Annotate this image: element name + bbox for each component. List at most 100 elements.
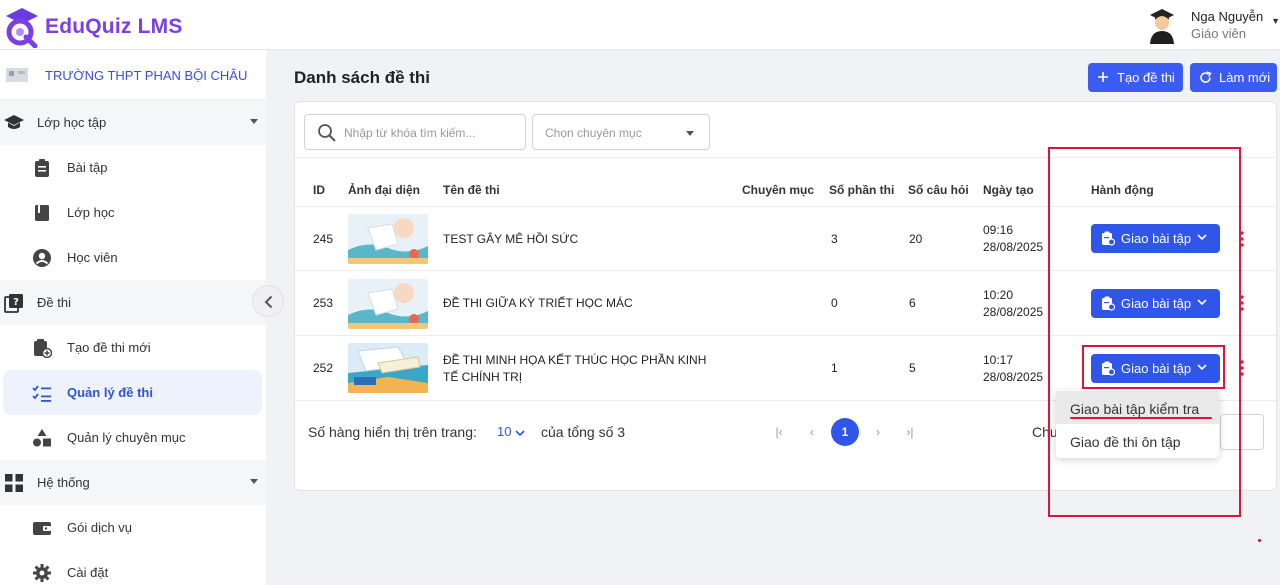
- annotation-box-button: [1082, 345, 1225, 389]
- sidebar-item-label: Tạo đề thi mới: [67, 340, 151, 355]
- row-id: 253: [313, 296, 334, 310]
- search-icon: [318, 124, 336, 142]
- sidebar-item-label: Gói dịch vụ: [67, 520, 133, 535]
- eduquiz-logo-icon[interactable]: [2, 4, 42, 48]
- create-exam-label: Tạo đề thi: [1117, 70, 1175, 85]
- row-parts: 0: [831, 296, 838, 310]
- row-id: 252: [313, 361, 334, 375]
- annotation-box-actions: [1048, 147, 1241, 517]
- nav-group-label: Đề thi: [37, 295, 71, 310]
- exam-thumbnail: [348, 279, 428, 329]
- sidebar-item-label: Bài tập: [67, 160, 108, 175]
- grid-icon: [5, 474, 23, 492]
- nav-group-exams[interactable]: ? Đề thi: [0, 280, 266, 325]
- row-exam-name[interactable]: TEST GÂY MÊ HỒI SỨC: [443, 232, 578, 246]
- column-header-created: Ngày tạo: [983, 183, 1034, 197]
- user-menu[interactable]: Nga Nguyễn Giáo viên ▼: [1145, 6, 1280, 46]
- row-questions: 5: [909, 361, 916, 375]
- column-header-questions: Số câu hỏi: [908, 183, 969, 197]
- clipboard-icon: [35, 159, 49, 177]
- caret-down-icon: [686, 131, 694, 136]
- sidebar-item-assignments[interactable]: Bài tập: [0, 145, 266, 190]
- search-input[interactable]: Nhập từ khóa tìm kiếm...: [304, 114, 526, 150]
- last-page-icon[interactable]: ›|: [898, 420, 922, 444]
- row-questions: 6: [909, 296, 916, 310]
- exam-thumbnail: [348, 343, 428, 393]
- category-select[interactable]: Chọn chuyên mục: [532, 114, 710, 150]
- nav-group-system[interactable]: Hệ thống: [0, 460, 266, 505]
- graduation-cap-icon: [4, 115, 24, 129]
- search-placeholder: Nhập từ khóa tìm kiếm...: [344, 126, 476, 140]
- nav-group-label: Hệ thống: [37, 475, 90, 490]
- school-logo-icon: [6, 68, 28, 82]
- brand-name[interactable]: EduQuiz LMS: [45, 15, 183, 39]
- sidebar-collapse-button[interactable]: [252, 285, 284, 317]
- exam-thumbnail: [348, 214, 428, 264]
- first-page-icon[interactable]: |‹: [767, 420, 791, 444]
- school-name: TRƯỜNG THPT PHAN BỘI CHÂU: [45, 68, 248, 83]
- checklist-icon: [32, 385, 51, 402]
- next-page-icon[interactable]: ›: [866, 420, 890, 444]
- book-icon: [35, 205, 49, 221]
- total-label: của tổng số 3: [541, 424, 626, 440]
- refresh-button[interactable]: Làm mới: [1190, 63, 1277, 92]
- row-exam-name[interactable]: ĐỀ THI MINH HỌA KẾT THÚC HỌC PHẦN KINH: [443, 353, 706, 367]
- refresh-label: Làm mới: [1219, 70, 1271, 85]
- rows-per-page-label: Số hàng hiển thị trên trang:: [308, 424, 477, 440]
- sidebar-item-label: Lớp học: [67, 205, 115, 220]
- plus-icon: [1098, 72, 1108, 82]
- user-role: Giáo viên: [1191, 26, 1246, 41]
- user-caret-icon[interactable]: ▼: [1271, 16, 1280, 26]
- exam-icon: ?: [4, 294, 23, 313]
- sidebar-item-label: Cài đặt: [67, 565, 109, 580]
- chevron-left-icon: [264, 295, 273, 309]
- sidebar-item-service-plans[interactable]: Gói dịch vụ: [0, 505, 266, 550]
- category-placeholder: Chọn chuyên mục: [545, 126, 642, 140]
- column-header-thumbnail: Ảnh đại diện: [348, 183, 420, 197]
- shapes-icon: [33, 429, 51, 447]
- row-date: 28/08/2025: [983, 240, 1044, 254]
- sidebar-item-manage-exams[interactable]: Quản lý đề thi: [3, 370, 262, 415]
- sidebar-item-manage-categories[interactable]: Quản lý chuyên mục: [0, 415, 266, 460]
- page-title: Danh sách đề thi: [294, 68, 431, 87]
- sidebar: TRƯỜNG THPT PHAN BỘI CHÂU Lớp học tập Bà…: [0, 50, 266, 585]
- rows-per-page-select[interactable]: 10: [497, 422, 527, 442]
- row-time: 10:17: [983, 353, 1014, 367]
- row-parts: 1: [831, 361, 838, 375]
- column-header-name: Tên đề thi: [443, 183, 500, 197]
- sidebar-item-students[interactable]: Học viên: [0, 235, 266, 280]
- row-time: 10:20: [983, 288, 1014, 302]
- row-date: 28/08/2025: [983, 370, 1044, 384]
- gear-icon: [33, 564, 51, 582]
- nav-group-classes[interactable]: Lớp học tập: [0, 100, 266, 145]
- row-exam-name-continued[interactable]: TẾ CHÍNH TRỊ: [443, 370, 522, 384]
- chevron-down-icon: [515, 430, 525, 437]
- top-bar: EduQuiz LMS Nga Nguyễn Giáo viên ▼: [0, 0, 1280, 50]
- row-questions: 20: [909, 232, 923, 246]
- column-header-id: ID: [313, 183, 325, 197]
- caret-down-icon: [250, 479, 258, 484]
- nav-group-label: Lớp học tập: [37, 115, 107, 130]
- create-exam-button[interactable]: Tạo đề thi: [1088, 63, 1183, 92]
- row-id: 245: [313, 232, 334, 246]
- rows-per-page-value: 10: [497, 424, 512, 439]
- row-exam-name[interactable]: ĐỀ THI GIỮA KỲ TRIẾT HỌC MÁC: [443, 296, 633, 310]
- column-header-parts: Số phần thi: [829, 183, 895, 197]
- refresh-icon: [1200, 71, 1212, 83]
- school-header: TRƯỜNG THPT PHAN BỘI CHÂU: [0, 50, 266, 100]
- row-date: 28/08/2025: [983, 305, 1044, 319]
- user-circle-icon: [33, 249, 51, 267]
- sidebar-item-settings[interactable]: Cài đặt: [0, 550, 266, 585]
- sidebar-item-label: Quản lý đề thi: [67, 385, 153, 400]
- sidebar-item-classes[interactable]: Lớp học: [0, 190, 266, 235]
- avatar: [1150, 9, 1174, 44]
- sidebar-item-label: Quản lý chuyên mục: [67, 430, 186, 445]
- page-button-current[interactable]: 1: [831, 418, 859, 446]
- sidebar-item-create-exam[interactable]: Tạo đề thi mới: [0, 325, 266, 370]
- row-parts: 3: [831, 232, 838, 246]
- column-header-category: Chuyên mục: [742, 183, 815, 197]
- caret-down-icon: [250, 119, 258, 124]
- clipboard-add-icon: [34, 339, 52, 358]
- svg-text:?: ?: [13, 297, 19, 308]
- prev-page-icon[interactable]: ‹: [800, 420, 824, 444]
